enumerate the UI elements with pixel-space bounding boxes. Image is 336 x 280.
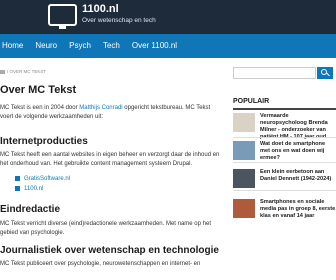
- section-heading: Eindredactie: [0, 204, 61, 215]
- site-header: 1100.nl Over wetenschap en tech: [0, 0, 336, 34]
- section-heading: Internetproducties: [0, 136, 88, 147]
- link-gratissoftware[interactable]: GratisSoftware.nl: [15, 174, 70, 184]
- author-link[interactable]: Matthijs Conradi: [79, 105, 122, 111]
- popular-item-title[interactable]: Een klein eerbetoon aan Daniel Dennett (…: [260, 169, 336, 183]
- popular-thumbnail[interactable]: [233, 169, 255, 188]
- search-input[interactable]: [233, 67, 316, 79]
- nav-item-tech[interactable]: Tech: [97, 34, 126, 58]
- popular-title: POPULAIR: [233, 98, 336, 110]
- divider: [233, 162, 336, 163]
- intro-text: MC Tekst is een in 2004 door Matthijs Co…: [0, 105, 211, 120]
- nav-item-psych[interactable]: Psych: [63, 34, 97, 58]
- main-nav: Home Neuro Psych Tech Over 1100.nl: [0, 34, 336, 58]
- link-1100[interactable]: 1100.nl: [15, 184, 70, 194]
- popular-thumbnail[interactable]: [233, 141, 255, 160]
- popular-thumbnail[interactable]: [233, 199, 255, 218]
- link-list: GratisSoftware.nl 1100.nl: [15, 174, 70, 194]
- popular-thumbnail[interactable]: [233, 113, 255, 132]
- page-title: Over MC Tekst: [0, 84, 77, 96]
- search-button[interactable]: [317, 67, 333, 79]
- section-text: MC Tekst heeft een aantal websites in ei…: [0, 152, 220, 167]
- divider: [233, 190, 336, 191]
- monitor-logo-icon[interactable]: [48, 4, 77, 29]
- site-title[interactable]: 1100.nl: [82, 3, 119, 15]
- divider: [233, 137, 336, 138]
- nav-item-neuro[interactable]: Neuro: [29, 34, 63, 58]
- breadcrumb: / OVER MC TEKST: [0, 69, 46, 74]
- popular-item-title[interactable]: Smartphones en sociale media pas in groe…: [260, 199, 336, 220]
- section-text: MC Tekst verricht diverse (eind)redactio…: [0, 221, 211, 236]
- popular-sidebar: POPULAIR Vermaarde neuropsycholoog Brend…: [233, 98, 336, 219]
- section-heading: Journalistiek over wetenschap en technol…: [0, 245, 219, 256]
- site-tagline: Over wetenschap en tech: [82, 17, 156, 24]
- section-text: MC Tekst publiceert over psychologie, ne…: [0, 261, 201, 267]
- nav-item-home[interactable]: Home: [0, 34, 29, 58]
- nav-item-over[interactable]: Over 1100.nl: [126, 34, 183, 58]
- home-icon[interactable]: [0, 69, 5, 74]
- breadcrumb-current: / OVER MC TEKST: [7, 69, 47, 74]
- popular-item-title[interactable]: Wat doet de smartphone met ons en wat do…: [260, 141, 336, 162]
